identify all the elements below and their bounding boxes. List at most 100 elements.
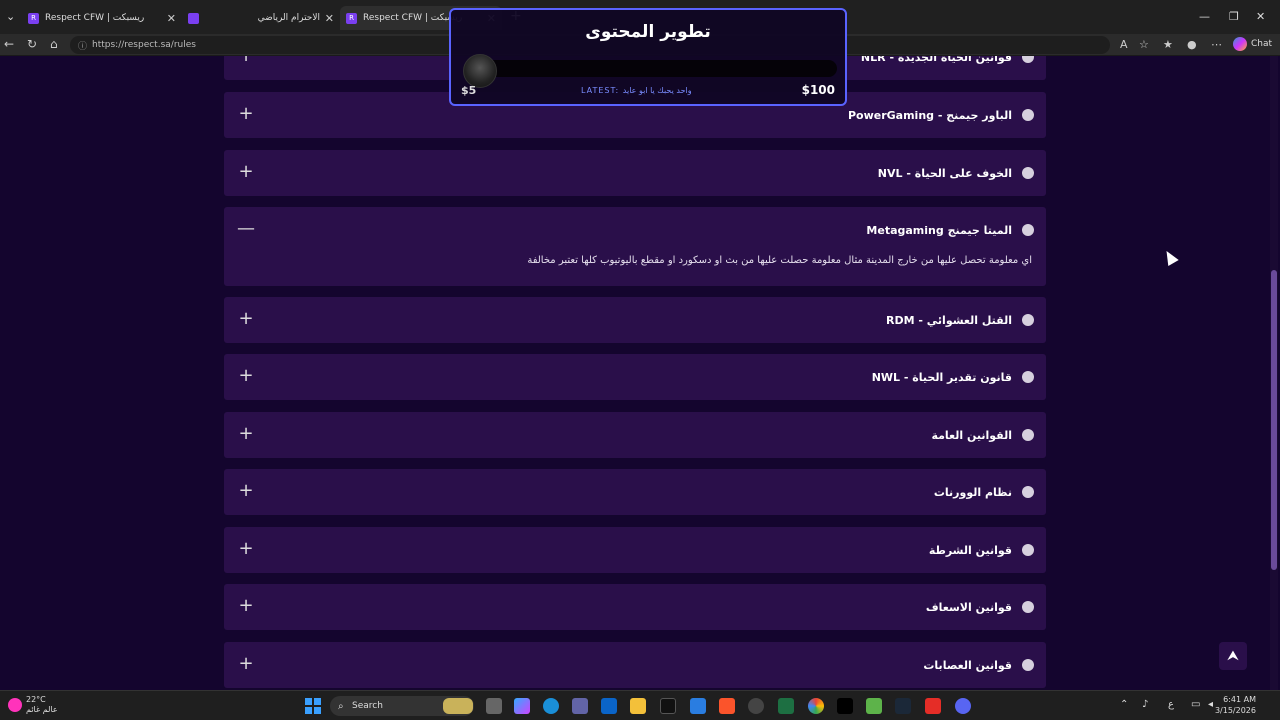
rule-item[interactable]: قوانين الشرطة + (224, 527, 1046, 573)
rule-item[interactable]: القتل العشوائي - RDM + (224, 297, 1046, 343)
capcut-icon[interactable] (837, 698, 853, 714)
weather-widget[interactable]: 22°C عالم غائم (8, 695, 58, 715)
copilot-app-icon[interactable] (514, 698, 530, 714)
tab-sports[interactable]: الاحترام الرياضي ✕ (182, 6, 340, 30)
tiktok-icon[interactable] (660, 698, 676, 714)
favorites-icon[interactable]: ★ (1163, 38, 1173, 51)
rule-header[interactable]: قوانين الاسعاف + (224, 584, 1046, 630)
expand-plus-icon[interactable]: + (234, 56, 258, 69)
expand-plus-icon[interactable]: + (234, 161, 258, 185)
search-highlight-icon[interactable] (443, 698, 473, 714)
home-icon[interactable]: ⌂ (50, 37, 58, 51)
rule-title: الخوف على الحياة - NVL (877, 166, 1012, 180)
tab-title: Respect CFW | ريسبكت (45, 13, 145, 23)
rule-item[interactable]: قانون تقدير الحياة - NWL + (224, 354, 1046, 400)
language-icon[interactable]: ع (1168, 699, 1174, 710)
microphone-icon[interactable]: ♪ (1142, 699, 1148, 710)
windows-taskbar: 22°C عالم غائم ⌕ Search ⌃ ♪ ع ▭ ◂ 6:41 A… (0, 690, 1280, 720)
rule-item[interactable]: قوانين العصابات + (224, 642, 1046, 688)
rules-page: قوانين الحياة الجديدة - NLR + الباور جيم… (0, 56, 1280, 690)
restore-icon[interactable]: ❐ (1229, 10, 1239, 23)
tray-overflow-icon[interactable]: ⌃ (1120, 699, 1128, 710)
copilot-chat-button[interactable]: Chat (1232, 37, 1272, 51)
rule-description: اي معلومة تحصل عليها من خارج المدينة مثا… (527, 255, 1032, 266)
expand-plus-icon[interactable]: + (234, 103, 258, 127)
rule-item[interactable]: الخوف على الحياة - NVL + (224, 150, 1046, 196)
expand-plus-icon[interactable]: + (234, 423, 258, 447)
rule-item-expanded[interactable]: الميتا جيمنج Metagaming — اي معلومة تحصل… (224, 207, 1046, 286)
profile-icon[interactable]: ● (1187, 38, 1197, 51)
bullet-icon (1022, 371, 1034, 383)
expand-plus-icon[interactable]: + (234, 480, 258, 504)
minimize-icon[interactable]: — (1199, 10, 1210, 23)
expand-plus-icon[interactable]: + (234, 308, 258, 332)
search-label: Search (352, 701, 383, 711)
discord-icon[interactable] (955, 698, 971, 714)
rule-title: قوانين الشرطة (928, 543, 1012, 557)
expand-plus-icon[interactable]: + (234, 595, 258, 619)
network-icon[interactable]: ▭ (1191, 699, 1200, 710)
rule-header[interactable]: الميتا جيمنج Metagaming — (224, 207, 1046, 253)
back-to-top-button[interactable]: ⮝ (1219, 642, 1247, 670)
collapse-minus-icon[interactable]: — (234, 218, 258, 242)
store-icon[interactable] (690, 698, 706, 714)
favorite-star-icon[interactable]: ☆ (1139, 38, 1149, 51)
chat-label: Chat (1250, 39, 1272, 49)
weather-icon (8, 698, 22, 712)
respect-favicon-icon: R (28, 12, 39, 24)
volume-icon[interactable]: ◂ (1208, 699, 1213, 710)
rule-header[interactable]: قوانين الشرطة + (224, 527, 1046, 573)
excel-icon[interactable] (778, 698, 794, 714)
bullet-icon (1022, 429, 1034, 441)
expand-plus-icon[interactable]: + (234, 365, 258, 389)
steam-icon[interactable] (895, 698, 911, 714)
bullet-icon (1022, 167, 1034, 179)
tab-list-icon[interactable]: ⌄ (6, 10, 15, 23)
bullet-icon (1022, 56, 1034, 63)
copilot-icon (1232, 37, 1247, 51)
scrollbar-thumb[interactable] (1271, 270, 1277, 570)
mouse-cursor-icon (1161, 247, 1179, 267)
rule-title: قوانين العصابات (923, 658, 1012, 672)
expand-plus-icon[interactable]: + (234, 653, 258, 677)
system-clock[interactable]: 6:41 AM 3/15/2026 (1215, 694, 1256, 716)
brave-icon[interactable] (719, 698, 735, 714)
close-tab-icon[interactable]: ✕ (325, 12, 334, 25)
edge-icon[interactable] (543, 698, 559, 714)
mail-icon[interactable] (601, 698, 617, 714)
chrome-icon[interactable] (808, 698, 824, 714)
rule-item[interactable]: نظام الوورنات + (224, 469, 1046, 515)
back-icon[interactable]: ← (4, 37, 14, 51)
task-view-icon[interactable] (486, 698, 502, 714)
refresh-icon[interactable]: ↻ (27, 37, 37, 51)
page-scrollbar[interactable] (1270, 56, 1278, 690)
teams-icon[interactable] (572, 698, 588, 714)
rule-header[interactable]: قانون تقدير الحياة - NWL + (224, 354, 1046, 400)
minecraft-icon[interactable] (866, 698, 882, 714)
tab-respect-1[interactable]: R Respect CFW | ريسبكت ✕ (22, 6, 182, 30)
rule-header[interactable]: نظام الوورنات + (224, 469, 1046, 515)
expand-plus-icon[interactable]: + (234, 538, 258, 562)
more-menu-icon[interactable]: ⋯ (1211, 38, 1222, 51)
bullet-icon (1022, 224, 1034, 236)
search-icon: ⌕ (338, 700, 344, 712)
close-window-icon[interactable]: ✕ (1256, 10, 1265, 23)
rule-item[interactable]: قوانين الاسعاف + (224, 584, 1046, 630)
rule-header[interactable]: الخوف على الحياة - NVL + (224, 150, 1046, 196)
rule-header[interactable]: القتل العشوائي - RDM + (224, 297, 1046, 343)
tab-title: Respect CFW | ريسبكت (363, 13, 463, 23)
youtube-icon[interactable] (925, 698, 941, 714)
close-tab-icon[interactable]: ✕ (167, 12, 176, 25)
weather-text: عالم غائم (26, 705, 58, 714)
donation-goal-overlay: تطوير المحتوى $5 LATEST: واحد يحبك يا اب… (449, 8, 847, 106)
rule-header[interactable]: قوانين العصابات + (224, 642, 1046, 688)
read-aloud-icon[interactable]: A (1120, 38, 1128, 51)
rule-header[interactable]: القوانين العامة + (224, 412, 1046, 458)
obs-icon[interactable] (748, 698, 764, 714)
file-explorer-icon[interactable] (630, 698, 646, 714)
site-info-icon[interactable]: ⓘ (78, 39, 87, 52)
rule-item[interactable]: القوانين العامة + (224, 412, 1046, 458)
start-windows-icon[interactable] (305, 698, 321, 714)
respect-favicon-icon: R (346, 12, 357, 24)
rule-title: الميتا جيمنج Metagaming (866, 223, 1012, 237)
